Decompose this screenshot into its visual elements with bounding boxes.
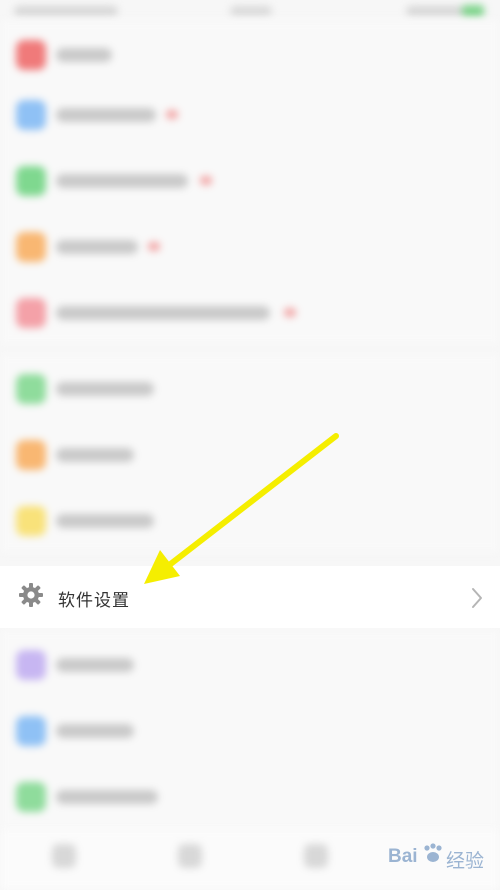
watermark-text-right: 经验	[446, 851, 485, 872]
paw-logo-icon	[424, 843, 442, 862]
annotation-arrow	[144, 433, 339, 584]
baidu-jingyan-watermark: Bai 经验	[380, 832, 500, 890]
watermark-text-left: Bai	[388, 846, 418, 867]
